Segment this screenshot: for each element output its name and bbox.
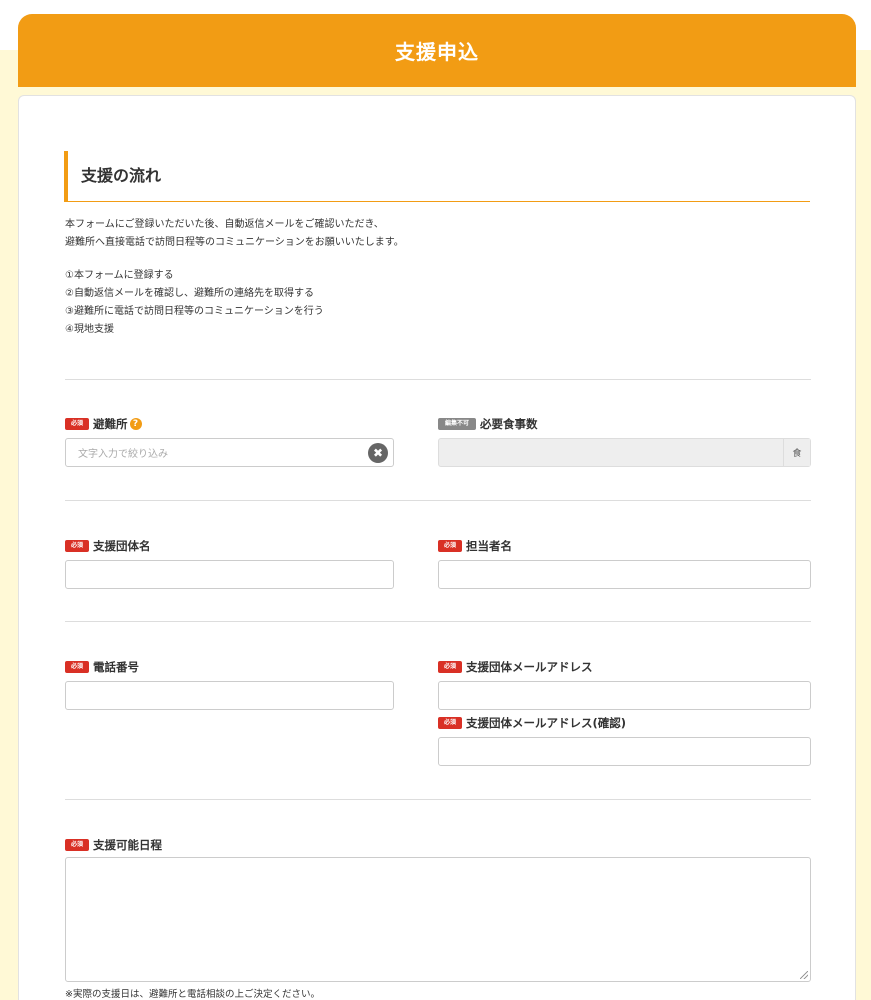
section-heading-text: 支援の流れ (81, 166, 162, 185)
shelter-placeholder: 文字入力で絞り込み (78, 449, 168, 460)
shelter-field: 必須 避難所 ? 文字入力で絞り込み ✖ (65, 416, 394, 467)
org-name-label: 支援団体名 (93, 539, 151, 553)
schedule-field: 必須 支援可能日程 ※実際の支援日は、避難所と電話相談の上ご決定ください。 (65, 837, 811, 1000)
help-icon[interactable]: ? (129, 418, 142, 430)
schedule-textarea[interactable] (65, 857, 811, 982)
shelter-label: 避難所 (93, 417, 128, 431)
step-item: ③避難所に電話で訪問日程等のコミュニケーションを行う (65, 306, 324, 317)
email-field: 必須 支援団体メールアドレス (438, 659, 811, 710)
form-header: 支援申込 (18, 14, 856, 87)
email-confirm-input[interactable] (438, 737, 811, 766)
form-body: 支援の流れ 本フォームにご登録いただいた後、自動返信メールをご確認いただき、 避… (18, 95, 856, 1000)
contact-person-field: 必須 担当者名 (438, 538, 811, 589)
step-item: ①本フォームに登録する (65, 270, 174, 281)
shelter-search-input[interactable]: 文字入力で絞り込み ✖ (65, 438, 394, 467)
email-confirm-field: 必須 支援団体メールアドレス(確認) (438, 715, 811, 766)
required-badge: 必須 (65, 661, 89, 673)
email-confirm-label: 支援団体メールアドレス(確認) (466, 716, 627, 730)
meals-label: 必要食事数 (480, 417, 538, 431)
org-name-field: 必須 支援団体名 (65, 538, 394, 589)
schedule-label: 支援可能日程 (93, 838, 162, 852)
required-badge: 必須 (65, 839, 89, 851)
required-badge: 必須 (65, 540, 89, 552)
contact-person-label: 担当者名 (466, 539, 512, 553)
phone-label: 電話番号 (93, 660, 139, 674)
phone-input[interactable] (65, 681, 394, 710)
divider (65, 621, 811, 622)
intro-line: 本フォームにご登録いただいた後、自動返信メールをご確認いただき、 (65, 219, 384, 230)
required-badge: 必須 (65, 418, 89, 430)
phone-field: 必須 電話番号 (65, 659, 394, 710)
resize-grip-icon[interactable] (800, 971, 808, 979)
email-input[interactable] (438, 681, 811, 710)
form-card: 支援申込 支援の流れ 本フォームにご登録いただいた後、自動返信メールをご確認いた… (18, 14, 856, 1000)
step-item: ②自動返信メールを確認し、避難所の連絡先を取得する (65, 288, 314, 299)
required-badge: 必須 (438, 661, 462, 673)
flow-intro: 本フォームにご登録いただいた後、自動返信メールをご確認いただき、 避難所へ直接電… (65, 216, 811, 252)
required-badge: 必須 (438, 540, 462, 552)
page-title: 支援申込 (395, 40, 479, 64)
required-badge: 必須 (438, 717, 462, 729)
meals-input: 食 (438, 438, 811, 467)
readonly-badge: 編集不可 (438, 418, 476, 430)
meals-field: 編集不可 必要食事数 食 (438, 416, 811, 467)
section-heading: 支援の流れ (64, 151, 810, 202)
divider (65, 799, 811, 800)
step-item: ④現地支援 (65, 324, 114, 335)
email-label: 支援団体メールアドレス (466, 660, 593, 674)
meals-suffix: 食 (783, 439, 810, 466)
divider (65, 500, 811, 501)
schedule-note: ※実際の支援日は、避難所と電話相談の上ご決定ください。 (65, 989, 320, 1000)
clear-icon[interactable]: ✖ (368, 443, 388, 463)
divider (65, 379, 811, 380)
contact-person-input[interactable] (438, 560, 811, 589)
intro-line: 避難所へ直接電話で訪問日程等のコミュニケーションをお願いいたします。 (65, 237, 404, 248)
flow-steps: ①本フォームに登録する ②自動返信メールを確認し、避難所の連絡先を取得する ③避… (65, 267, 324, 339)
org-name-input[interactable] (65, 560, 394, 589)
